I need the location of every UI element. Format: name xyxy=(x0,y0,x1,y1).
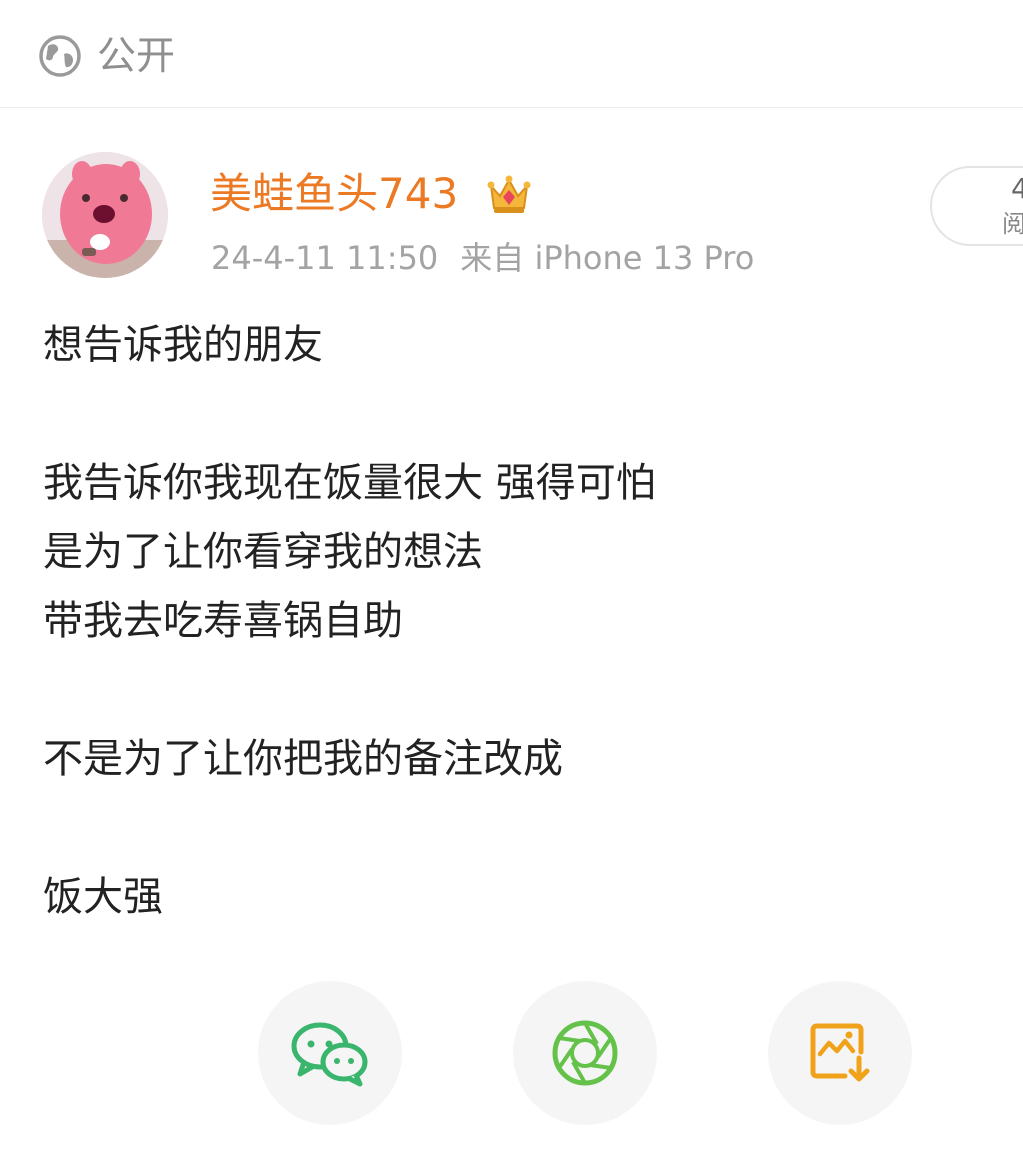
post-source: 来自 iPhone 13 Pro xyxy=(460,239,755,277)
post-line xyxy=(43,794,993,863)
save-image-icon xyxy=(810,1023,870,1082)
post-line xyxy=(43,656,993,725)
moments-share-button[interactable] xyxy=(513,981,657,1125)
post-line: 不是为了让你把我的备注改成 xyxy=(43,736,563,782)
post-line: 带我去吃寿喜锅自助 xyxy=(43,598,403,644)
post-line: 是为了让你看穿我的想法 xyxy=(43,529,483,575)
post-meta: 24-4-11 11:50 来自 iPhone 13 Pro xyxy=(211,238,754,278)
moments-shutter-icon xyxy=(552,1020,618,1086)
author-name[interactable]: 美蛙鱼头743 xyxy=(210,168,458,220)
read-label: 阅 xyxy=(1002,210,1023,238)
visibility-label: 公开 xyxy=(97,34,176,79)
avatar-image xyxy=(42,152,168,278)
read-count: 4 xyxy=(1011,172,1023,205)
avatar[interactable] xyxy=(42,152,168,278)
post-line: 我告诉你我现在饭量很大 强得可怕 xyxy=(43,460,656,506)
wechat-share-button[interactable] xyxy=(258,981,402,1125)
visibility-bar[interactable]: 公开 xyxy=(0,0,1023,108)
crown-vip-icon xyxy=(487,175,531,213)
wechat-icon xyxy=(291,1022,368,1087)
post-line: 想告诉我的朋友 xyxy=(43,322,323,368)
post-content: 想告诉我的朋友 我告诉你我现在饭量很大 强得可怕 是为了让你看穿我的想法 带我去… xyxy=(43,311,993,932)
globe-icon xyxy=(39,35,81,77)
post-line: 饭大强 xyxy=(43,874,163,920)
post-timestamp: 24-4-11 11:50 xyxy=(211,239,439,277)
post-line xyxy=(43,380,993,449)
save-image-button[interactable] xyxy=(768,981,912,1125)
